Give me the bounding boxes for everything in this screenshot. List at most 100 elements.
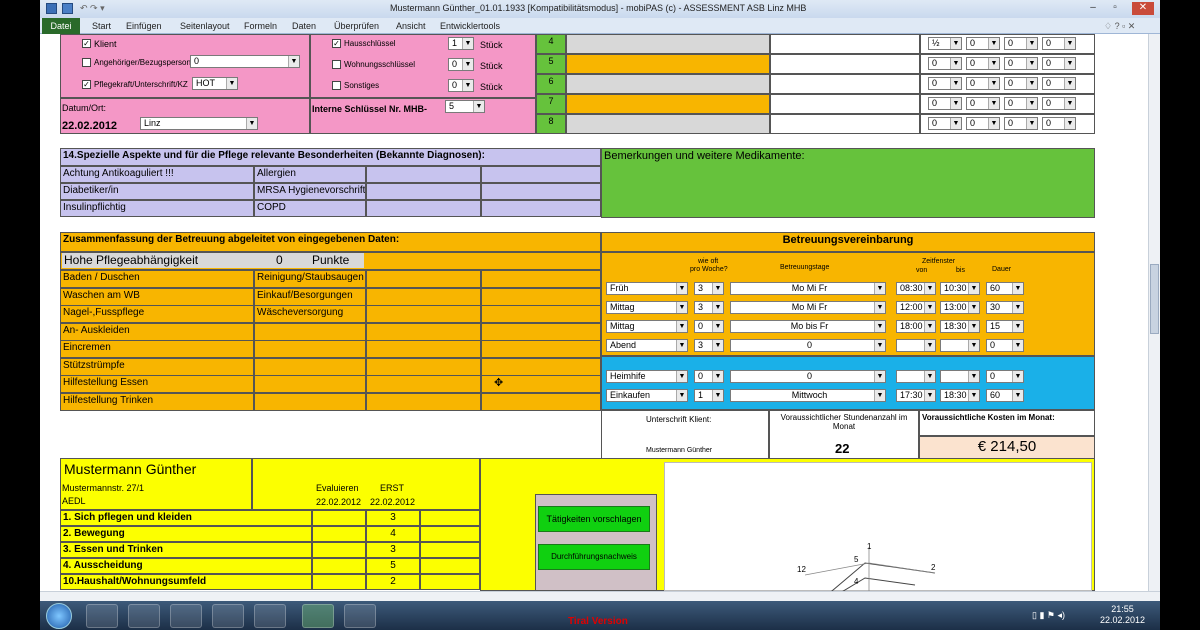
from-dropdown[interactable]: 17:30 ▼ xyxy=(896,389,936,402)
row-blank-cell[interactable] xyxy=(770,74,920,94)
tab-datei[interactable]: Datei xyxy=(42,18,80,34)
excel-taskbar-icon[interactable] xyxy=(302,604,334,628)
diagnosis-cell[interactable]: MRSA Hygienevorschrift xyxy=(254,183,366,200)
value-dropdown[interactable]: 0 ▼ xyxy=(1042,97,1076,110)
times-dropdown[interactable]: 0 ▼ xyxy=(694,370,724,383)
minimize-icon[interactable]: – xyxy=(1086,2,1100,15)
worksheet[interactable]: ✓ Klient Angehöriger/Bezugsperson 0 ▼ ✓ P… xyxy=(40,34,1148,591)
wohnungsschluessel-checkbox[interactable] xyxy=(332,60,341,69)
value-dropdown[interactable]: 0 ▼ xyxy=(966,57,1000,70)
row-fill-cell[interactable] xyxy=(566,54,770,74)
aedl-empty-cell[interactable] xyxy=(420,526,480,542)
value-dropdown[interactable]: 0 ▼ xyxy=(1004,117,1038,130)
from-dropdown[interactable]: 08:30 ▼ xyxy=(896,282,936,295)
klient-checkbox[interactable]: ✓ xyxy=(82,39,91,48)
sonstiges-count[interactable]: 0 ▼ xyxy=(448,79,474,92)
hausschluessel-count[interactable]: 1 ▼ xyxy=(448,37,474,50)
row-blank-cell[interactable] xyxy=(770,114,920,134)
row-blank-cell[interactable] xyxy=(770,54,920,74)
row-blank-cell[interactable] xyxy=(770,34,920,54)
start-button-icon[interactable] xyxy=(46,603,72,629)
value-dropdown[interactable]: 0 ▼ xyxy=(1004,37,1038,50)
tab-ueberpruefen[interactable]: Überprüfen xyxy=(334,21,379,31)
to-dropdown[interactable]: ▼ xyxy=(940,370,980,383)
undo-icon[interactable]: ↶ ↷ ▾ xyxy=(80,3,105,14)
value-dropdown[interactable]: 0 ▼ xyxy=(1042,77,1076,90)
remarks-cell[interactable]: Bemerkungen und weitere Medikamente: xyxy=(601,148,1095,218)
ort-dropdown[interactable]: Linz ▼ xyxy=(140,117,258,130)
value-dropdown[interactable]: 0 ▼ xyxy=(966,37,1000,50)
row-fill-cell[interactable] xyxy=(566,94,770,114)
activity-dropdown[interactable]: Mittag ▼ xyxy=(606,301,688,314)
taetigkeiten-vorschlagen-button[interactable]: Tätigkeiten vorschlagen xyxy=(538,506,650,532)
activity-dropdown[interactable]: Mittag ▼ xyxy=(606,320,688,333)
from-dropdown[interactable]: 12:00 ▼ xyxy=(896,301,936,314)
sonstiges-checkbox[interactable] xyxy=(332,81,341,90)
wohnungsschluessel-count[interactable]: 0 ▼ xyxy=(448,58,474,71)
duration-dropdown[interactable]: 15 ▼ xyxy=(986,320,1024,333)
excel-logo-icon[interactable] xyxy=(46,3,57,14)
value-dropdown[interactable]: ½ ▼ xyxy=(928,37,962,50)
diagnosis-cell-empty[interactable] xyxy=(481,166,601,183)
aedl-eval-cell[interactable] xyxy=(312,526,366,542)
aedl-empty-cell[interactable] xyxy=(420,558,480,574)
diagnosis-cell-empty[interactable] xyxy=(366,166,481,183)
close-icon[interactable]: ✕ xyxy=(1132,2,1154,15)
to-dropdown[interactable]: 10:30 ▼ xyxy=(940,282,980,295)
tab-formeln[interactable]: Formeln xyxy=(244,21,277,31)
aedl-empty-cell[interactable] xyxy=(420,510,480,526)
vertical-scrollbar[interactable] xyxy=(1148,34,1160,591)
aedl-value-cell[interactable]: 3 xyxy=(366,510,420,526)
from-dropdown[interactable]: ▼ xyxy=(896,339,936,352)
angehoeriger-dropdown[interactable]: 0 ▼ xyxy=(190,55,300,68)
taskbar-app-icon[interactable] xyxy=(344,604,376,628)
days-dropdown[interactable]: Mo Mi Fr ▼ xyxy=(730,301,886,314)
tab-seitenlayout[interactable]: Seitenlayout xyxy=(180,21,230,31)
durchfuehrungsnachweis-button[interactable]: Durchführungsnachweis xyxy=(538,544,650,570)
duration-dropdown[interactable]: 0 ▼ xyxy=(986,339,1024,352)
times-dropdown[interactable]: 3 ▼ xyxy=(694,282,724,295)
aedl-eval-cell[interactable] xyxy=(312,558,366,574)
duration-dropdown[interactable]: 30 ▼ xyxy=(986,301,1024,314)
value-dropdown[interactable]: 0 ▼ xyxy=(1042,37,1076,50)
activity-dropdown[interactable]: Abend ▼ xyxy=(606,339,688,352)
aedl-eval-cell[interactable] xyxy=(312,510,366,526)
diagnosis-cell[interactable]: Diabetiker/in xyxy=(60,183,254,200)
duration-dropdown[interactable]: 60 ▼ xyxy=(986,389,1024,402)
save-icon[interactable] xyxy=(62,3,73,14)
times-dropdown[interactable]: 0 ▼ xyxy=(694,320,724,333)
aedl-value-cell[interactable]: 4 xyxy=(366,526,420,542)
clock[interactable]: 21:55 22.02.2012 xyxy=(1100,604,1145,626)
outlook-icon[interactable] xyxy=(212,604,244,628)
diagnosis-cell[interactable]: Achtung Antikoaguliert !!! xyxy=(60,166,254,183)
interne-dropdown[interactable]: 5 ▼ xyxy=(445,100,485,113)
media-player-icon[interactable] xyxy=(170,604,202,628)
value-dropdown[interactable]: 0 ▼ xyxy=(966,117,1000,130)
value-dropdown[interactable]: 0 ▼ xyxy=(1042,57,1076,70)
tray-icons[interactable]: ▯ ▮ ⚑ ◂) xyxy=(1032,610,1065,621)
row-fill-cell[interactable] xyxy=(566,74,770,94)
days-dropdown[interactable]: Mittwoch ▼ xyxy=(730,389,886,402)
days-dropdown[interactable]: 0 ▼ xyxy=(730,370,886,383)
to-dropdown[interactable]: 13:00 ▼ xyxy=(940,301,980,314)
value-dropdown[interactable]: 0 ▼ xyxy=(966,77,1000,90)
pflegekraft-checkbox[interactable]: ✓ xyxy=(82,80,91,89)
tab-daten[interactable]: Daten xyxy=(292,21,316,31)
tab-entwicklertools[interactable]: Entwicklertools xyxy=(440,21,500,31)
value-dropdown[interactable]: 0 ▼ xyxy=(928,57,962,70)
aedl-eval-cell[interactable] xyxy=(312,574,366,590)
value-dropdown[interactable]: 0 ▼ xyxy=(928,77,962,90)
to-dropdown[interactable]: ▼ xyxy=(940,339,980,352)
from-dropdown[interactable]: ▼ xyxy=(896,370,936,383)
diagnosis-cell-empty[interactable] xyxy=(481,183,601,200)
to-dropdown[interactable]: 18:30 ▼ xyxy=(940,389,980,402)
scroll-thumb[interactable] xyxy=(1150,264,1159,334)
aedl-empty-cell[interactable] xyxy=(420,574,480,590)
duration-dropdown[interactable]: 60 ▼ xyxy=(986,282,1024,295)
times-dropdown[interactable]: 1 ▼ xyxy=(694,389,724,402)
aedl-empty-cell[interactable] xyxy=(420,542,480,558)
aedl-eval-cell[interactable] xyxy=(312,542,366,558)
hausschluessel-checkbox[interactable]: ✓ xyxy=(332,39,341,48)
value-dropdown[interactable]: 0 ▼ xyxy=(1042,117,1076,130)
row-blank-cell[interactable] xyxy=(770,94,920,114)
